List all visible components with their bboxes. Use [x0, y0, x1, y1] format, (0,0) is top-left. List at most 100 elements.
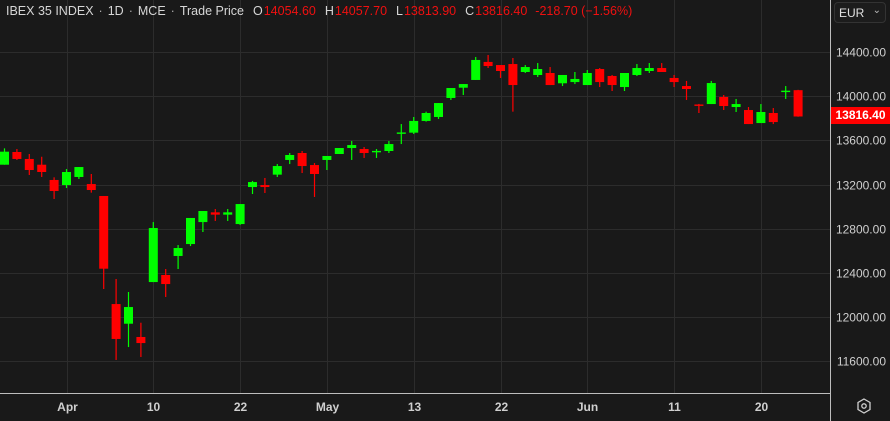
candle-up: [520, 65, 530, 73]
candle-body: [620, 72, 629, 88]
currency-select[interactable]: EUR ⌄: [834, 2, 886, 23]
current-price-label: 13816.40: [831, 107, 890, 124]
candle-body: [756, 112, 766, 124]
candle-up: [644, 63, 654, 73]
price-type: Trade Price: [179, 4, 244, 18]
candlestick-chart[interactable]: 14400.00 14000.00 13600.00 13200.00 12800.00…: [0, 0, 890, 421]
price-tick-label: 12400.00: [836, 267, 886, 281]
candle-up: [706, 80, 716, 105]
date-tick-label: May: [316, 400, 340, 414]
candle-down: [297, 151, 307, 173]
candle-body: [12, 152, 22, 159]
candle-body: [24, 158, 34, 171]
candle-body: [632, 68, 642, 75]
date-tick-label: 22: [495, 400, 509, 414]
date-tick-label: 22: [234, 400, 248, 414]
candle-up: [570, 72, 580, 85]
candle-up: [322, 155, 332, 171]
candle-body: [781, 90, 791, 93]
candle-up: [272, 164, 282, 177]
candle-body: [793, 90, 803, 117]
candle-down: [99, 195, 109, 290]
candle-body: [62, 172, 71, 186]
candle-body: [136, 336, 146, 344]
candle-body: [310, 165, 319, 174]
price-axis-border[interactable]: [830, 0, 831, 421]
price-tick-label: 12800.00: [836, 223, 886, 237]
candle-up: [756, 104, 766, 124]
candle-up: [620, 72, 629, 92]
separator: ·: [98, 4, 103, 18]
candle-up: [731, 98, 741, 113]
candle-body: [496, 65, 505, 72]
candle-body: [471, 59, 481, 80]
candle-body: [372, 150, 381, 153]
date-tick-label: Jun: [577, 400, 598, 414]
candle-up: [434, 103, 443, 119]
candle-up: [781, 86, 791, 99]
candle-down: [359, 147, 369, 158]
candle-body: [297, 152, 307, 167]
candle-body: [669, 77, 679, 83]
candle-down: [545, 67, 555, 86]
candle-up: [446, 88, 456, 100]
candle-down: [744, 107, 753, 125]
gear-icon[interactable]: [855, 397, 873, 415]
candle-up: [198, 211, 208, 233]
candle-body: [384, 144, 394, 152]
price-axis-labels: 14400.00 14000.00 13600.00 13200.00 12800.00…: [836, 46, 886, 369]
candle-body: [706, 83, 716, 105]
candle-body: [322, 155, 332, 160]
candle-up: [558, 74, 567, 87]
candle-up: [148, 222, 158, 283]
candle-body: [0, 151, 9, 165]
grid-lines: [0, 0, 830, 393]
separator: ·: [128, 4, 133, 18]
exchange: MCE: [137, 4, 166, 18]
time-axis-border[interactable]: [0, 393, 830, 394]
candle-body: [570, 78, 580, 83]
candle-down: [719, 94, 729, 111]
candle-body: [731, 104, 741, 108]
close-label: C: [465, 4, 475, 18]
candle-body: [124, 307, 133, 324]
chart-legend: IBEX 35 INDEX · 1D · MCE · Trade Price O…: [6, 4, 632, 18]
interval: 1D: [107, 4, 124, 18]
candle-up: [173, 245, 183, 270]
price-tick-label: 14400.00: [836, 46, 886, 60]
candle-body: [74, 167, 84, 177]
candle-up: [384, 140, 394, 153]
candle-down: [210, 209, 220, 221]
candle-down: [607, 74, 617, 92]
candle-body: [768, 112, 778, 123]
candle-up: [533, 63, 543, 77]
candle-body: [359, 149, 369, 153]
candle-body: [148, 228, 158, 283]
candle-up: [124, 292, 133, 348]
candle-down: [37, 156, 47, 177]
candle-body: [272, 166, 282, 175]
date-tick-label: 20: [755, 400, 769, 414]
candle-up: [74, 167, 84, 179]
candle-down: [260, 177, 270, 193]
chevron-down-icon: ⌄: [872, 5, 881, 16]
candle-body: [719, 96, 729, 107]
candle-body: [458, 84, 468, 88]
candle-down: [49, 177, 59, 199]
candle-body: [682, 86, 691, 90]
candle-body: [421, 112, 431, 121]
date-axis-labels: Apr 10 22 May 13 22 Jun 11 20: [57, 400, 768, 414]
candle-up: [458, 84, 468, 95]
candle-body: [582, 72, 592, 86]
candle-body: [248, 182, 257, 188]
candle-up: [421, 111, 431, 122]
high-label: H: [324, 4, 334, 18]
candle-body: [99, 195, 109, 269]
candle-up: [0, 148, 9, 165]
candle-up: [285, 152, 295, 165]
candle-body: [508, 64, 518, 86]
candle-body: [186, 217, 195, 245]
candles: [0, 54, 803, 360]
candle-body: [446, 88, 456, 98]
candle-body: [558, 74, 567, 84]
